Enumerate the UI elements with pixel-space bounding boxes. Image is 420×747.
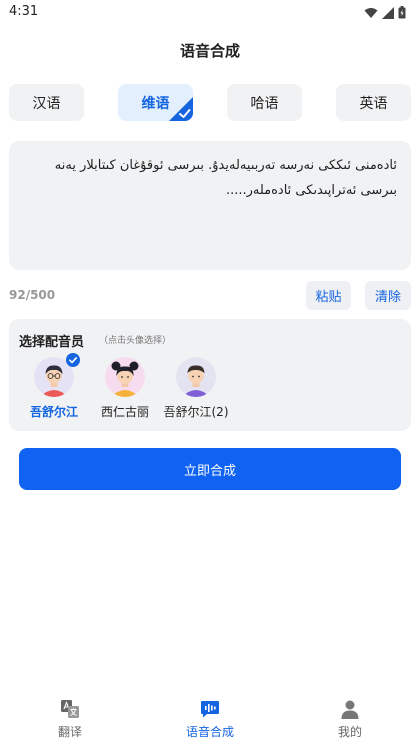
tab-chinese[interactable]: 汉语 [9, 84, 84, 121]
tab-english[interactable]: 英语 [336, 84, 411, 121]
status-bar: 4:31 [0, 0, 420, 26]
voice-panel-title: 选择配音员 [19, 335, 85, 350]
tab-english-label: 英语 [359, 95, 388, 112]
nav-item-translate[interactable]: 翻译 [0, 693, 140, 747]
char-counter: 92/500 [9, 288, 56, 302]
page-title: 语音合成 [179, 42, 240, 60]
bottom-nav: 翻译 语音合成 我的 [0, 693, 420, 747]
man-avatar[interactable] [176, 357, 216, 397]
clear-button[interactable]: 清除 [365, 281, 411, 310]
voice-selection-panel: 选择配音员 （点击头像选择） 吾舒尔江 西仁古丽 吾舒尔江(2) [9, 319, 411, 431]
nav-label-profile: 我的 [337, 725, 362, 739]
man-glasses-avatar[interactable] [34, 353, 80, 397]
battery-icon [398, 6, 406, 19]
voice-name-1: 吾舒尔江 [29, 405, 78, 419]
signal-icon [382, 6, 394, 19]
status-icons [364, 6, 406, 19]
voice-item-1[interactable]: 吾舒尔江 [14, 353, 94, 423]
voice-synthesis-icon [201, 701, 219, 718]
text-input[interactable]: ئادەمنى ئىككى نەرسە تەربىيەلەيدۇ. بىرسى … [9, 141, 411, 270]
selected-badge-icon [66, 353, 80, 367]
tab-kazakh[interactable]: 哈语 [227, 84, 302, 121]
synthesize-button[interactable]: 立即合成 [19, 448, 401, 490]
tab-uyghur[interactable]: 维语 [118, 84, 193, 121]
translate-icon [61, 700, 79, 718]
tab-kazakh-label: 哈语 [250, 95, 279, 112]
voice-name-3: 吾舒尔江(2) [163, 405, 229, 419]
paste-button[interactable]: 粘贴 [306, 281, 351, 310]
voice-panel-hint: （点击头像选择） [99, 336, 172, 346]
status-time: 4:31 [9, 4, 39, 19]
nav-label-translate: 翻译 [57, 725, 82, 739]
woman-buns-avatar[interactable] [105, 357, 145, 397]
nav-label-voice-synthesis: 语音合成 [185, 725, 234, 739]
nav-item-profile[interactable]: 我的 [280, 693, 420, 747]
language-tabs: 汉语 维语 哈语 英语 [9, 84, 411, 121]
nav-item-voice-synthesis[interactable]: 语音合成 [140, 693, 280, 747]
selected-check-icon [169, 97, 193, 121]
wifi-icon [364, 7, 378, 18]
tab-chinese-label: 汉语 [32, 95, 61, 112]
person-icon [341, 700, 359, 719]
voice-item-3[interactable]: 吾舒尔江(2) [156, 357, 236, 423]
voice-name-2: 西仁古丽 [100, 405, 149, 419]
voice-item-2[interactable]: 西仁古丽 [85, 357, 165, 423]
tab-uyghur-label: 维语 [141, 95, 170, 112]
